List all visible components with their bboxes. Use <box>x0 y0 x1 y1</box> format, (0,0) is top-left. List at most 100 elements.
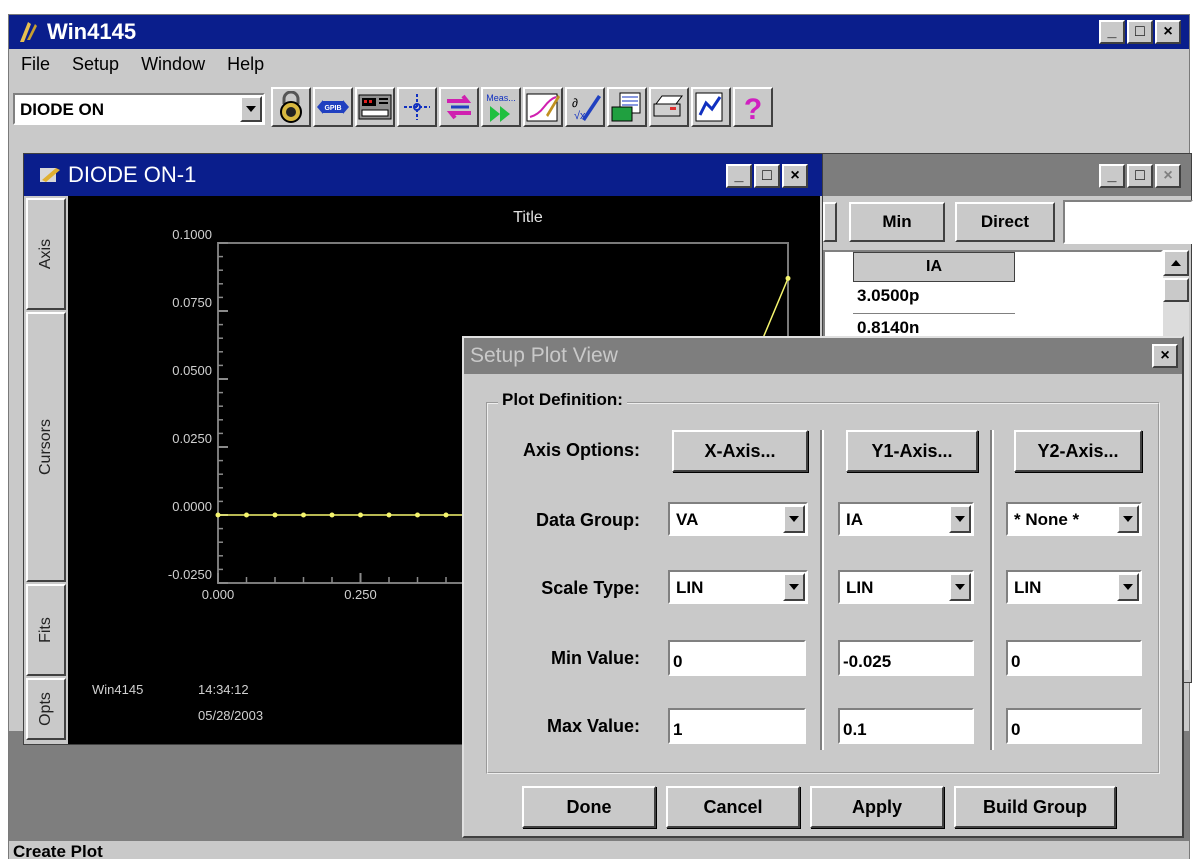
lock-button[interactable] <box>271 87 311 127</box>
menu-window[interactable]: Window <box>129 50 215 80</box>
x-min-value-field[interactable] <box>668 640 806 676</box>
data-point <box>386 512 392 518</box>
lock-icon <box>280 91 302 123</box>
min-value-label: Min Value: <box>550 648 640 668</box>
gpib-button[interactable]: GPIB <box>313 87 353 127</box>
chevron-down-icon[interactable] <box>1117 505 1139 533</box>
y2-max-value-field[interactable] <box>1006 708 1142 744</box>
tab-opts[interactable]: Opts <box>26 678 66 740</box>
maximize-button[interactable]: □ <box>1127 164 1153 188</box>
y2-scale-type-select[interactable]: LIN <box>1006 570 1142 604</box>
minimize-button[interactable]: _ <box>726 164 752 188</box>
tab-axis[interactable]: Axis <box>26 198 66 310</box>
gpib-icon: GPIB <box>317 100 349 114</box>
direct-button[interactable]: Direct <box>955 202 1055 242</box>
y1-max-value-field[interactable] <box>838 708 974 744</box>
x-max-value-field[interactable] <box>668 708 806 744</box>
close-button[interactable]: × <box>1155 164 1181 188</box>
print-button[interactable] <box>649 87 689 127</box>
chevron-down-icon[interactable] <box>240 96 262 122</box>
report-button[interactable] <box>691 87 731 127</box>
data-window-controls: _ □ × <box>1099 164 1181 188</box>
data-point <box>215 512 221 518</box>
x-scale-type-select[interactable]: LIN <box>668 570 808 604</box>
crosshair-icon <box>404 94 430 120</box>
formula-button[interactable]: ∂ √x <box>565 87 605 127</box>
y2-min-value-field[interactable] <box>1006 640 1142 676</box>
column-header-ia[interactable]: IA <box>853 252 1015 282</box>
main-titlebar[interactable]: Win4145 _ □ × <box>9 15 1189 49</box>
y1-scale-type-value: LIN <box>846 578 874 597</box>
export-button[interactable] <box>607 87 647 127</box>
y-tick-label: 0.0250 <box>172 431 212 446</box>
y-tick-label: 0.1000 <box>172 227 212 242</box>
footer-time: 14:34:12 <box>198 682 249 697</box>
chevron-down-icon[interactable] <box>949 573 971 601</box>
y1-min-value-field[interactable] <box>838 640 974 676</box>
plot-definition-label: Plot Definition: <box>498 390 627 410</box>
y2-data-group-select[interactable]: * None * <box>1006 502 1142 536</box>
x-axis-button[interactable]: X-Axis... <box>672 430 808 472</box>
preset-value: DIODE ON <box>20 100 105 119</box>
build-group-button[interactable]: Build Group <box>954 786 1116 828</box>
tab-fits[interactable]: Fits <box>26 584 66 676</box>
y1-data-group-select[interactable]: IA <box>838 502 974 536</box>
app-logo-icon <box>20 22 37 42</box>
close-button[interactable]: × <box>1155 20 1181 44</box>
dialog-titlebar[interactable]: Setup Plot View × <box>464 338 1182 374</box>
chevron-down-icon[interactable] <box>783 573 805 601</box>
tab-opts-label: Opts <box>37 692 54 726</box>
y-tick-label: 0.0750 <box>172 295 212 310</box>
preset-select[interactable]: DIODE ON <box>13 93 265 125</box>
side-tabs: Axis Cursors Fits Opts <box>24 196 68 744</box>
chevron-down-icon[interactable] <box>949 505 971 533</box>
y1-data-group-value: IA <box>846 510 863 529</box>
graph-button[interactable] <box>523 87 563 127</box>
plot-doc-icon <box>40 168 60 182</box>
plot-window-titlebar[interactable]: DIODE ON-1 _ □ × <box>24 154 822 196</box>
scroll-up-arrow[interactable] <box>1163 250 1189 276</box>
chevron-down-icon[interactable] <box>783 505 805 533</box>
menu-help[interactable]: Help <box>215 50 274 80</box>
maximize-button[interactable]: □ <box>754 164 780 188</box>
max-value-label: Max Value: <box>546 716 640 736</box>
crosshair-button[interactable] <box>397 87 437 127</box>
graph-icon <box>526 93 560 122</box>
column-divider <box>990 430 994 750</box>
x-data-group-select[interactable]: VA <box>668 502 808 536</box>
maximize-button[interactable]: □ <box>1127 20 1153 44</box>
table-cell[interactable]: 3.0500p <box>853 282 1015 314</box>
cancel-button[interactable]: Cancel <box>666 786 800 828</box>
report-icon <box>695 92 723 122</box>
menu-file[interactable]: File <box>9 50 60 80</box>
data-point <box>785 275 791 281</box>
scroll-thumb[interactable] <box>1163 278 1189 302</box>
data-window-titlebar[interactable]: _ □ × <box>823 154 1191 196</box>
help-button[interactable]: ? <box>733 87 773 127</box>
instrument-button[interactable] <box>355 87 395 127</box>
minimize-button[interactable]: _ <box>1099 164 1125 188</box>
menu-setup[interactable]: Setup <box>60 50 129 80</box>
dialog-close-button[interactable]: × <box>1152 344 1178 368</box>
done-button[interactable]: Done <box>522 786 656 828</box>
min-button[interactable]: Min <box>849 202 945 242</box>
close-button[interactable]: × <box>782 164 808 188</box>
hidden-button[interactable] <box>823 202 837 242</box>
apply-button[interactable]: Apply <box>810 786 944 828</box>
y1-scale-type-select[interactable]: LIN <box>838 570 974 604</box>
data-filter-field[interactable] <box>1063 200 1193 244</box>
y2-axis-button[interactable]: Y2-Axis... <box>1014 430 1142 472</box>
svg-text:∂: ∂ <box>572 96 578 110</box>
minimize-button[interactable]: _ <box>1099 20 1125 44</box>
y1-axis-button[interactable]: Y1-Axis... <box>846 430 978 472</box>
tab-cursors[interactable]: Cursors <box>26 312 66 582</box>
swap-button[interactable] <box>439 87 479 127</box>
setup-plot-view-dialog: Setup Plot View × Plot Definition: Axis … <box>462 336 1184 838</box>
printer-icon <box>653 95 683 117</box>
footer-date: 05/28/2003 <box>198 708 263 723</box>
y-tick-labels: 0.1000 0.0750 0.0500 0.0250 0.0000 -0.0250 <box>168 227 212 582</box>
y2-data-group-value: * None * <box>1014 510 1080 529</box>
x-scale-type-value: LIN <box>676 578 704 597</box>
chevron-down-icon[interactable] <box>1117 573 1139 601</box>
measure-button[interactable]: Meas... <box>481 87 521 127</box>
